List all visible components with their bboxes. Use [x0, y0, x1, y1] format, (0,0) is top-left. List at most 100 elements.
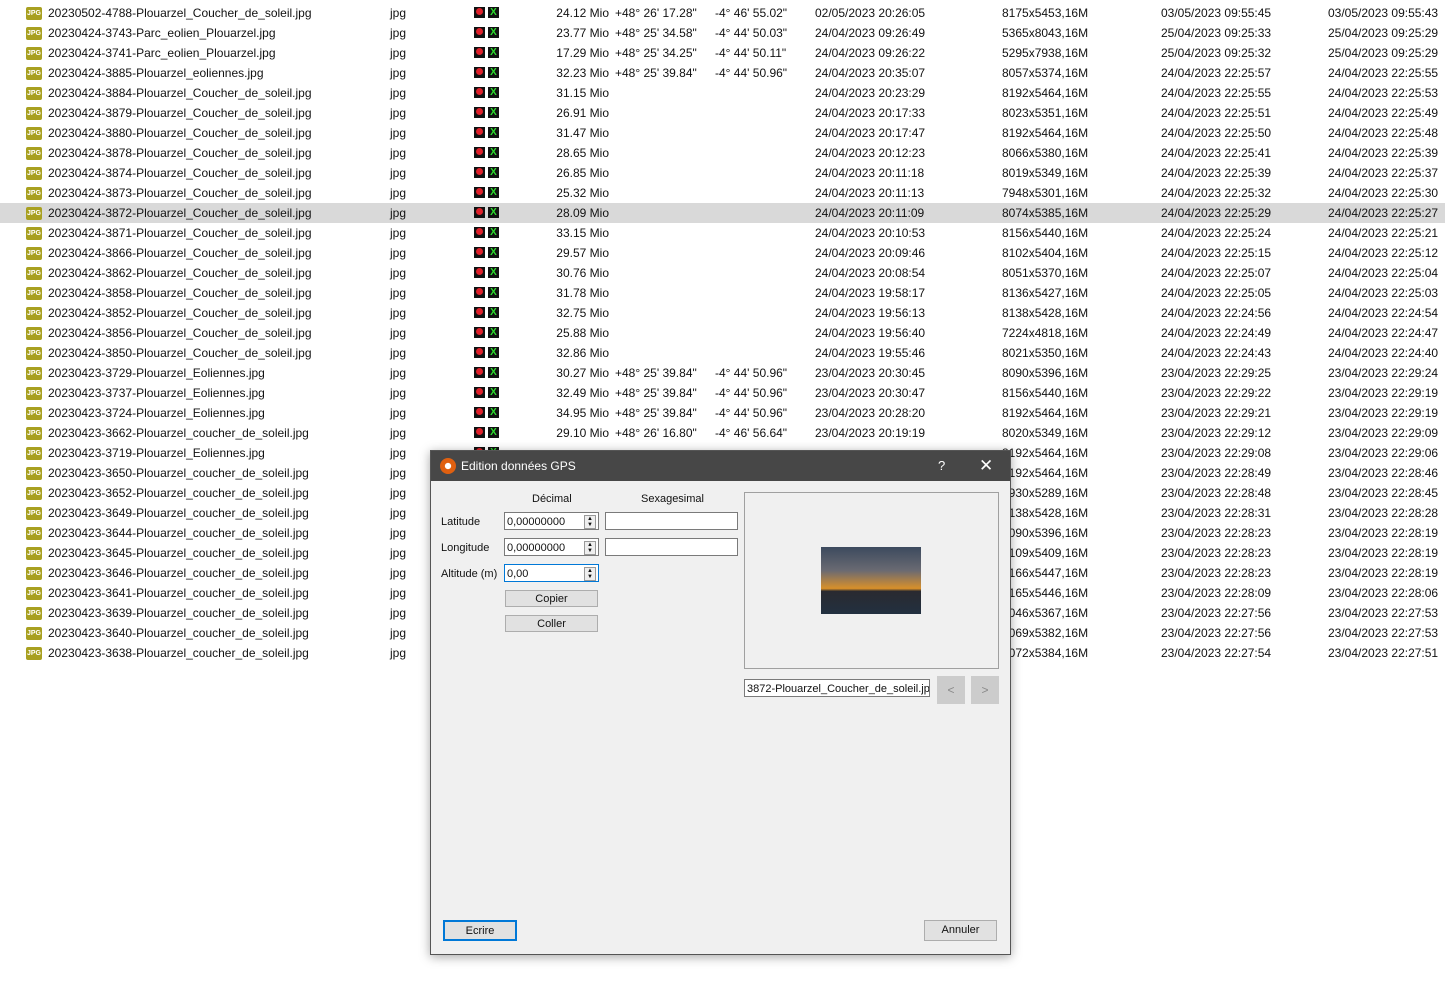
cancel-button[interactable]: Annuler — [924, 920, 997, 941]
gps-longitude: -4° 46' 55.02" — [715, 6, 788, 20]
jpg-file-icon: JPG — [26, 467, 42, 480]
exif-icon: X — [488, 107, 499, 118]
exif-icon: X — [488, 127, 499, 138]
longitude-value: 0,00000000 — [507, 542, 566, 554]
help-button[interactable]: ? — [938, 451, 945, 481]
file-ext: jpg — [390, 526, 407, 540]
table-row[interactable]: JPG X 20230424-3873-Plouarzel_Coucher_de_s… — [0, 183, 1445, 203]
exif-icon: X — [488, 387, 499, 398]
jpg-file-icon: JPG — [26, 67, 42, 80]
file-size: 32.23 Mio — [556, 66, 609, 80]
close-button[interactable]: ✕ — [979, 451, 993, 481]
write-button[interactable]: Ecrire — [443, 920, 517, 941]
file-size: 32.86 Mio — [556, 346, 609, 360]
file-name: 20230423-3645-Plouarzel_coucher_de_solei… — [48, 546, 309, 560]
date-created: 23/04/2023 22:28:19 — [1328, 566, 1439, 580]
file-size: 32.75 Mio — [556, 306, 609, 320]
file-ext: jpg — [390, 6, 407, 20]
table-row[interactable]: JPG X 20230424-3850-Plouarzel_Coucher_de_s… — [0, 343, 1445, 363]
exif-icon: X — [488, 87, 499, 98]
table-row[interactable]: JPG X 20230424-3743-Parc_eolien_Plouarzel.… — [0, 23, 1445, 43]
dimensions: 8057x5374,16M — [1002, 66, 1089, 80]
longitude-label: Longitude — [441, 542, 490, 554]
file-name: 20230424-3878-Plouarzel_Coucher_de_solei… — [48, 146, 312, 160]
file-ext: jpg — [390, 26, 407, 40]
dimensions: 8066x5380,16M — [1002, 146, 1089, 160]
file-name: 20230423-3719-Plouarzel_Eoliennes.jpg — [48, 446, 265, 460]
jpg-file-icon: JPG — [26, 607, 42, 620]
paste-button[interactable]: Coller — [505, 615, 598, 632]
table-row[interactable]: JPG X 20230424-3884-Plouarzel_Coucher_de_s… — [0, 83, 1445, 103]
table-row[interactable]: JPG X 20230424-3852-Plouarzel_Coucher_de_s… — [0, 303, 1445, 323]
date-modified: 23/04/2023 22:28:23 — [1161, 526, 1272, 540]
table-row[interactable]: JPG X 20230502-4788-Plouarzel_Coucher_de_s… — [0, 3, 1445, 23]
date-created: 25/04/2023 09:25:29 — [1328, 46, 1439, 60]
table-row[interactable]: JPG X 20230423-3724-Plouarzel_Eoliennes.jp… — [0, 403, 1445, 423]
file-name: 20230424-3856-Plouarzel_Coucher_de_solei… — [48, 326, 312, 340]
date-created: 23/04/2023 22:28:28 — [1328, 506, 1439, 520]
gps-marker-icon — [474, 147, 485, 158]
date-taken: 23/04/2023 20:30:47 — [815, 386, 926, 400]
dimensions: 8109x5409,16M — [1002, 546, 1089, 560]
dimensions: 8138x5428,16M — [1002, 506, 1089, 520]
dimensions: 8136x5427,16M — [1002, 286, 1089, 300]
dimensions: 8192x5464,16M — [1002, 466, 1089, 480]
latitude-decimal-input[interactable]: 0,00000000 ▲ ▼ — [504, 512, 599, 530]
table-row[interactable]: JPG X 20230424-3885-Plouarzel_eoliennes.jp… — [0, 63, 1445, 83]
table-row[interactable]: JPG X 20230423-3737-Plouarzel_Eoliennes.jp… — [0, 383, 1445, 403]
date-modified: 24/04/2023 22:25:15 — [1161, 246, 1272, 260]
file-ext: jpg — [390, 226, 407, 240]
jpg-file-icon: JPG — [26, 647, 42, 660]
filename-field[interactable]: 3872-Plouarzel_Coucher_de_soleil.jpg — [744, 679, 930, 697]
jpg-file-icon: JPG — [26, 487, 42, 500]
altitude-input[interactable]: 0,00 ▲ ▼ — [504, 564, 599, 582]
file-ext: jpg — [390, 206, 407, 220]
table-row[interactable]: JPG X 20230424-3874-Plouarzel_Coucher_de_s… — [0, 163, 1445, 183]
dimensions: 8192x5464,16M — [1002, 126, 1089, 140]
previous-button[interactable]: < — [937, 676, 965, 704]
spinner-icon[interactable]: ▲ ▼ — [584, 567, 596, 581]
date-created: 23/04/2023 22:29:19 — [1328, 386, 1439, 400]
table-row[interactable]: JPG X 20230424-3871-Plouarzel_Coucher_de_s… — [0, 223, 1445, 243]
gps-latitude: +48° 25' 34.58" — [615, 26, 697, 40]
jpg-file-icon: JPG — [26, 367, 42, 380]
file-size: 29.57 Mio — [556, 246, 609, 260]
exif-icon: X — [488, 247, 499, 258]
table-row[interactable]: JPG X 20230424-3856-Plouarzel_Coucher_de_s… — [0, 323, 1445, 343]
file-name: 20230423-3641-Plouarzel_coucher_de_solei… — [48, 586, 309, 600]
exif-icon: X — [488, 347, 499, 358]
table-row[interactable]: JPG X 20230423-3729-Plouarzel_Eoliennes.jp… — [0, 363, 1445, 383]
date-created: 23/04/2023 22:29:24 — [1328, 366, 1439, 380]
latitude-sexagesimal-input[interactable] — [605, 512, 738, 530]
date-modified: 23/04/2023 22:29:22 — [1161, 386, 1272, 400]
table-row[interactable]: JPG X 20230424-3872-Plouarzel_Coucher_de_s… — [0, 203, 1445, 223]
date-created: 23/04/2023 22:27:53 — [1328, 626, 1439, 640]
table-row[interactable]: JPG X 20230424-3862-Plouarzel_Coucher_de_s… — [0, 263, 1445, 283]
longitude-decimal-input[interactable]: 0,00000000 ▲ ▼ — [504, 538, 599, 556]
longitude-sexagesimal-input[interactable] — [605, 538, 738, 556]
jpg-file-icon: JPG — [26, 507, 42, 520]
file-name: 20230423-3652-Plouarzel_coucher_de_solei… — [48, 486, 309, 500]
date-modified: 23/04/2023 22:28:23 — [1161, 566, 1272, 580]
gps-longitude: -4° 44' 50.96" — [715, 406, 788, 420]
table-row[interactable]: JPG X 20230424-3741-Parc_eolien_Plouarzel.… — [0, 43, 1445, 63]
file-ext: jpg — [390, 346, 407, 360]
date-created: 24/04/2023 22:25:37 — [1328, 166, 1439, 180]
spinner-icon[interactable]: ▲ ▼ — [584, 515, 596, 529]
gps-longitude: -4° 44' 50.96" — [715, 366, 788, 380]
copy-button[interactable]: Copier — [505, 590, 598, 607]
file-name: 20230424-3862-Plouarzel_Coucher_de_solei… — [48, 266, 312, 280]
spinner-icon[interactable]: ▲ ▼ — [584, 541, 596, 555]
table-row[interactable]: JPG X 20230423-3662-Plouarzel_coucher_de_s… — [0, 423, 1445, 443]
next-button[interactable]: > — [971, 676, 999, 704]
table-row[interactable]: JPG X 20230424-3880-Plouarzel_Coucher_de_s… — [0, 123, 1445, 143]
image-preview — [744, 492, 999, 669]
date-modified: 24/04/2023 22:25:29 — [1161, 206, 1272, 220]
table-row[interactable]: JPG X 20230424-3879-Plouarzel_Coucher_de_s… — [0, 103, 1445, 123]
table-row[interactable]: JPG X 20230424-3878-Plouarzel_Coucher_de_s… — [0, 143, 1445, 163]
gps-marker-icon — [474, 127, 485, 138]
table-row[interactable]: JPG X 20230424-3866-Plouarzel_Coucher_de_s… — [0, 243, 1445, 263]
date-modified: 23/04/2023 22:29:08 — [1161, 446, 1272, 460]
table-row[interactable]: JPG X 20230424-3858-Plouarzel_Coucher_de_s… — [0, 283, 1445, 303]
jpg-file-icon: JPG — [26, 327, 42, 340]
